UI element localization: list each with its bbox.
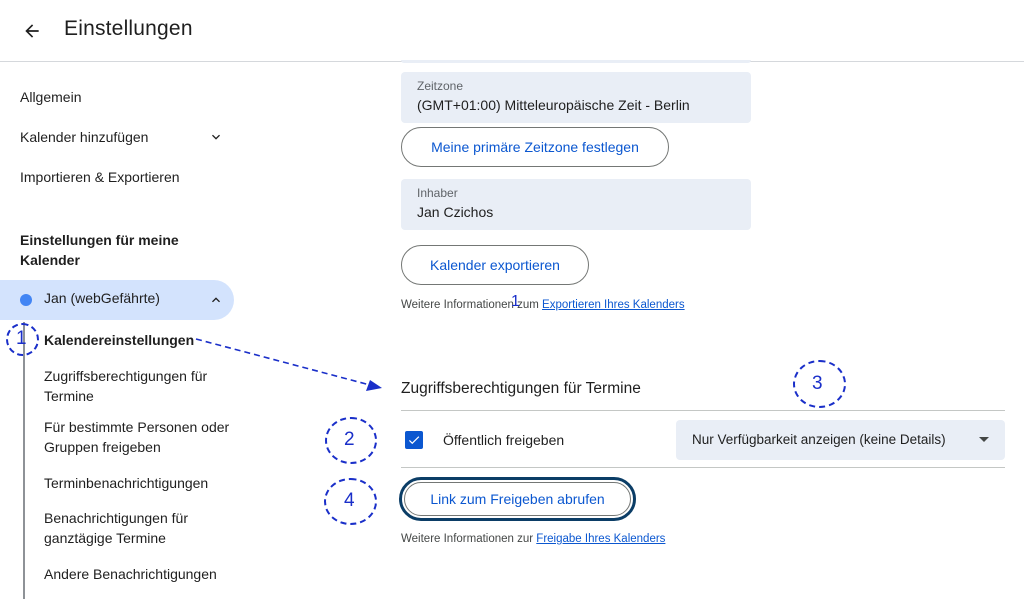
share-info-link[interactable]: Freigabe Ihres Kalenders (536, 533, 665, 545)
calendar-name: Jan (webGefährte) (44, 290, 160, 306)
export-calendar-button[interactable]: Kalender exportieren (401, 245, 589, 285)
dropdown-arrow-icon (979, 437, 989, 442)
owner-value: Jan Czichos (417, 204, 494, 220)
export-info: Weitere Informationen zum Exportieren Ih… (401, 299, 685, 311)
chevron-down-icon[interactable] (208, 129, 224, 145)
sidebar-item-other-notifications[interactable]: Andere Benachrichtigungen (44, 564, 234, 584)
timezone-value: (GMT+01:00) Mitteleuropäische Zeit - Ber… (417, 97, 690, 113)
back-button[interactable] (14, 13, 50, 49)
divider (401, 410, 1005, 411)
public-checkbox-label: Öffentlich freigeben (443, 432, 565, 448)
get-share-link-button[interactable]: Link zum Freigeben abrufen (399, 477, 636, 521)
sidebar-section-title: Einstellungen für meine Kalender (20, 232, 179, 268)
checkmark-icon (408, 436, 420, 445)
owner-field: Inhaber Jan Czichos (401, 179, 751, 230)
export-info-link[interactable]: Exportieren Ihres Kalenders (542, 299, 685, 311)
annotation-number-4: 4 (344, 490, 355, 511)
divider (401, 467, 1005, 468)
get-share-link-label: Link zum Freigeben abrufen (404, 482, 631, 516)
sidebar-item-import-export[interactable]: Importieren & Exportieren (20, 167, 180, 187)
visibility-select-value: Nur Verfügbarkeit anzeigen (keine Detail… (692, 432, 946, 447)
calendar-color-dot (20, 294, 32, 306)
cursor-mark: 1 (511, 293, 520, 310)
annotation-number-2: 2 (344, 429, 355, 450)
annotation-number-3: 3 (812, 373, 823, 394)
share-info: Weitere Informationen zur Freigabe Ihres… (401, 533, 665, 545)
chevron-up-icon[interactable] (208, 292, 224, 308)
top-bar: Einstellungen (0, 0, 1024, 62)
sidebar-item-calendar-settings[interactable]: Kalendereinstellungen (44, 330, 234, 350)
previous-field-bottom (401, 60, 751, 63)
arrow-back-icon (25, 24, 39, 38)
sidebar-item-add-calendar[interactable]: Kalender hinzufügen (20, 127, 148, 147)
sidebar-item-event-notifications[interactable]: Terminbenachrichtigungen (44, 473, 234, 493)
sidebar-item-allday-notifications[interactable]: Benachrichtigungen für ganztägige Termin… (44, 508, 234, 548)
share-info-text: Weitere Informationen zur (401, 533, 537, 545)
timezone-field: Zeitzone (GMT+01:00) Mitteleuropäische Z… (401, 72, 751, 123)
sidebar-calendar-item[interactable]: Jan (webGefährte) (0, 280, 234, 320)
sidebar-item-general[interactable]: Allgemein (20, 87, 81, 107)
sidebar-tree-line (23, 322, 25, 599)
set-primary-timezone-button[interactable]: Meine primäre Zeitzone festlegen (401, 127, 669, 167)
owner-label: Inhaber (417, 186, 458, 200)
timezone-label: Zeitzone (417, 79, 464, 93)
sidebar-item-share-people[interactable]: Für bestimmte Personen oder Gruppen frei… (44, 417, 234, 457)
access-section-heading: Zugriffsberechtigungen für Termine (401, 380, 641, 397)
page-title: Einstellungen (64, 17, 193, 40)
public-checkbox[interactable] (405, 431, 423, 449)
annotation-number-1: 1 (16, 328, 27, 349)
sidebar-item-access-permissions[interactable]: Zugriffsberechtigungen für Termine (44, 366, 234, 406)
export-info-text: Weitere Informationen zum (401, 299, 543, 311)
visibility-select[interactable]: Nur Verfügbarkeit anzeigen (keine Detail… (676, 420, 1005, 460)
